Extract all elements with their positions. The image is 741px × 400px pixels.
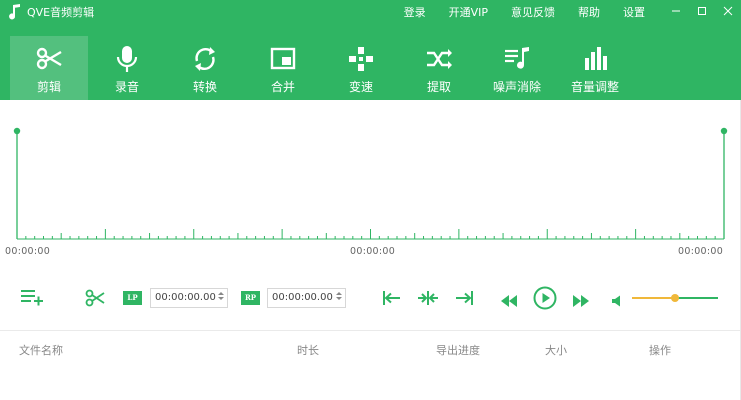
lp-time-spinner[interactable] xyxy=(217,291,225,305)
timeline-ruler xyxy=(13,127,728,240)
tool-convert[interactable]: 转换 xyxy=(166,36,244,100)
scissors-icon xyxy=(85,289,105,307)
play-button[interactable] xyxy=(533,286,557,314)
noise-removal-icon xyxy=(502,44,532,74)
tool-label: 噪声消除 xyxy=(492,80,541,94)
close-icon xyxy=(723,6,733,16)
tool-extract[interactable]: 提取 xyxy=(400,36,478,100)
minimize-button[interactable] xyxy=(663,0,689,22)
window-controls xyxy=(663,0,741,24)
help-link[interactable]: 帮助 xyxy=(578,6,600,19)
tool-label: 变速 xyxy=(348,80,373,94)
speed-icon xyxy=(346,44,376,74)
vip-link[interactable]: 开通VIP xyxy=(449,6,488,19)
tool-label: 提取 xyxy=(426,80,451,94)
go-to-center-icon xyxy=(418,291,438,305)
add-file-button[interactable] xyxy=(20,288,44,310)
feedback-link[interactable]: 意见反馈 xyxy=(511,6,555,19)
playback-controls: LP 00:00:00.00 RP 00:00:00.00 xyxy=(0,282,741,314)
waveform-area[interactable]: 00:00:00 00:00:00 00:00:00 xyxy=(0,100,741,265)
timeline-start-time: 00:00:00 xyxy=(5,246,51,257)
fast-forward-button[interactable] xyxy=(572,292,590,311)
tool-cut[interactable]: 剪辑 xyxy=(10,36,88,100)
tool-label: 合并 xyxy=(270,80,295,94)
tool-label: 剪辑 xyxy=(36,80,61,94)
music-note-icon xyxy=(8,4,22,20)
tool-label: 录音 xyxy=(114,80,139,94)
main-toolbar: 剪辑 录音 转换 合并 变速 提取 噪声消除 音量调整 xyxy=(10,36,634,100)
volume-slider-fill xyxy=(632,297,675,299)
close-button[interactable] xyxy=(715,0,741,22)
rp-time-input[interactable]: 00:00:00.00 xyxy=(267,288,346,308)
add-list-icon xyxy=(21,290,43,306)
jump-to-end-button[interactable] xyxy=(454,290,474,310)
merge-icon xyxy=(268,44,298,74)
column-header-filename[interactable]: 文件名称 xyxy=(19,344,63,357)
tool-noise-removal[interactable]: 噪声消除 xyxy=(478,36,556,100)
app-title: QVE音频剪辑 xyxy=(27,6,95,19)
timeline-mid-time: 00:00:00 xyxy=(350,246,396,257)
extract-icon xyxy=(424,44,454,74)
column-header-export-progress[interactable]: 导出进度 xyxy=(436,344,480,357)
volume-adjust-icon xyxy=(580,44,610,74)
lp-badge: LP xyxy=(123,291,142,305)
settings-link[interactable]: 设置 xyxy=(623,6,645,19)
minimize-icon xyxy=(672,10,680,12)
scissors-icon xyxy=(34,44,64,74)
go-to-end-icon xyxy=(456,291,473,305)
tool-merge[interactable]: 合并 xyxy=(244,36,322,100)
rewind-icon xyxy=(501,295,517,307)
rp-time-spinner[interactable] xyxy=(335,291,343,305)
go-to-start-icon xyxy=(383,291,400,305)
column-header-duration[interactable]: 时长 xyxy=(297,344,319,357)
rp-time-value: 00:00:00.00 xyxy=(272,292,333,303)
titlebar: QVE音频剪辑 登录 开通VIP 意见反馈 帮助 设置 xyxy=(0,0,741,26)
jump-to-center-button[interactable] xyxy=(417,290,439,310)
lp-time-input[interactable]: 00:00:00.00 xyxy=(150,288,228,308)
fast-forward-icon xyxy=(573,295,589,307)
maximize-icon xyxy=(698,7,706,15)
volume-slider-thumb[interactable] xyxy=(671,294,679,302)
rewind-button[interactable] xyxy=(500,292,518,311)
volume-button[interactable] xyxy=(611,292,624,311)
column-header-size[interactable]: 大小 xyxy=(545,344,567,357)
tool-record[interactable]: 录音 xyxy=(88,36,166,100)
list-divider xyxy=(0,330,741,331)
volume-slider[interactable] xyxy=(632,294,718,302)
rp-badge: RP xyxy=(241,291,260,305)
maximize-button[interactable] xyxy=(689,0,715,22)
cut-button[interactable] xyxy=(85,288,105,312)
login-link[interactable]: 登录 xyxy=(404,6,426,19)
play-icon xyxy=(533,286,557,310)
top-links: 登录 开通VIP 意见反馈 帮助 设置 xyxy=(381,6,645,19)
column-header-actions[interactable]: 操作 xyxy=(649,344,671,357)
tool-label: 音量调整 xyxy=(570,80,619,94)
tool-volume-adjust[interactable]: 音量调整 xyxy=(556,36,634,100)
header: QVE音频剪辑 登录 开通VIP 意见反馈 帮助 设置 剪辑 录音 转换 合并 … xyxy=(0,0,741,100)
microphone-icon xyxy=(112,44,142,74)
timeline-end-time: 00:00:00 xyxy=(678,246,724,257)
lp-time-value: 00:00:00.00 xyxy=(155,292,216,303)
speaker-icon xyxy=(612,295,620,307)
jump-to-start-button[interactable] xyxy=(382,290,402,310)
convert-icon xyxy=(190,44,220,74)
tool-speed[interactable]: 变速 xyxy=(322,36,400,100)
tool-label: 转换 xyxy=(192,80,217,94)
